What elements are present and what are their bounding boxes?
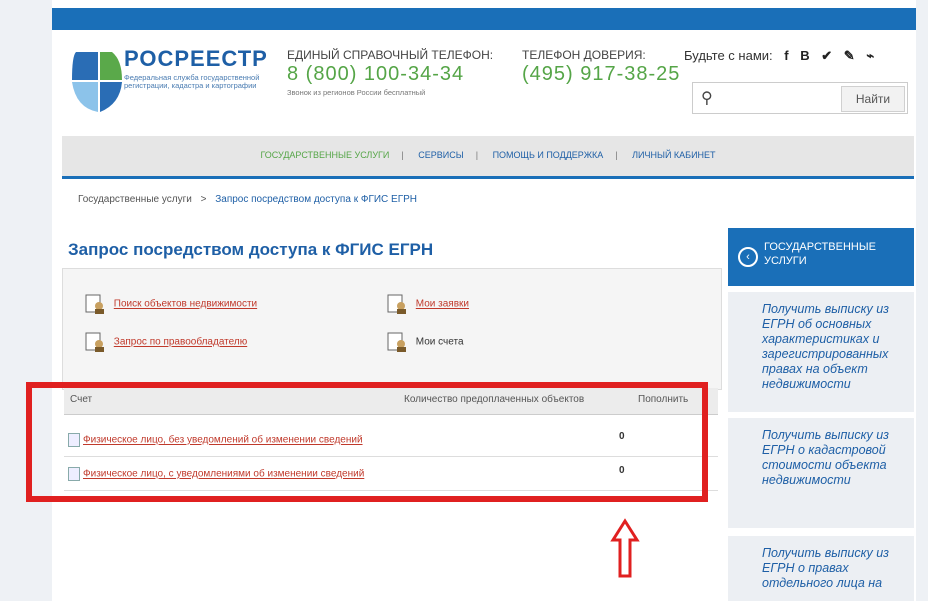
hotline-note: Звонок из регионов России бесплатный — [287, 88, 426, 97]
menu-item-services[interactable]: СЕРВИСЫ — [418, 150, 463, 160]
by-owner-link[interactable]: Запрос по правообладателю — [114, 337, 247, 348]
page: РОСРЕЕСТР Федеральная служба государстве… — [52, 0, 916, 601]
breadcrumb-root[interactable]: Государственные услуги — [78, 194, 192, 205]
arrow-up-icon — [610, 518, 640, 578]
main-menu: ГОСУДАРСТВЕННЫЕ УСЛУГИ | СЕРВИСЫ | ПОМОЩЬ … — [62, 136, 914, 179]
document-person-icon — [387, 332, 406, 352]
sidebar-item[interactable]: Получить выписку из ЕГРН о правах отдель… — [728, 536, 914, 601]
my-requests-link[interactable]: Мои заявки — [416, 299, 469, 310]
search-objects-item[interactable]: Поиск объектов недвижимости — [83, 293, 257, 315]
brand: РОСРЕЕСТР Федеральная служба государстве… — [124, 46, 274, 90]
my-accounts-label[interactable]: Мои счета — [416, 337, 464, 348]
sidebar-item-label[interactable]: Получить выписку из ЕГРН о кадастровой с… — [762, 428, 906, 488]
sidebar-heading: ГОСУДАРСТВЕННЫЕ УСЛУГИ — [764, 241, 876, 267]
search-objects-link[interactable]: Поиск объектов недвижимости — [114, 299, 257, 310]
sidebar-item-label[interactable]: Получить выписку из ЕГРН об основных хар… — [762, 302, 906, 392]
by-owner-item[interactable]: Запрос по правообладателю — [83, 331, 247, 353]
document-person-icon — [387, 294, 406, 314]
facebook-icon[interactable]: f — [784, 48, 788, 63]
social-label: Будьте с нами: — [684, 48, 773, 63]
chevron-left-icon: ‹ — [738, 247, 758, 267]
highlight-frame — [26, 382, 708, 502]
document-person-icon — [85, 332, 104, 352]
my-accounts-item[interactable]: Мои счета — [385, 331, 464, 353]
livejournal-icon[interactable]: ✎ — [844, 48, 855, 64]
sidebar-item-label[interactable]: Получить выписку из ЕГРН о правах отдель… — [762, 546, 906, 591]
sidebar-item[interactable]: Получить выписку из ЕГРН об основных хар… — [728, 292, 914, 412]
hotline-label: ЕДИНЫЙ СПРАВОЧНЫЙ ТЕЛЕФОН: — [287, 48, 494, 62]
links-panel: Поиск объектов недвижимости Мои заявки З… — [62, 268, 722, 390]
menu-item-help[interactable]: ПОМОЩЬ И ПОДДЕРЖКА — [493, 150, 604, 160]
rss-icon[interactable]: ⌁ — [866, 48, 874, 64]
sidebar-gov-services-header[interactable]: ‹ ГОСУДАРСТВЕННЫЕ УСЛУГИ — [728, 228, 914, 286]
trust-line-block: ТЕЛЕФОН ДОВЕРИЯ: (495) 917-38-25 — [522, 48, 680, 86]
page-title: Запрос посредством доступа к ФГИС ЕГРН — [68, 240, 434, 259]
hotline-block: ЕДИНЫЙ СПРАВОЧНЫЙ ТЕЛЕФОН: 8 (800) 100-3… — [287, 48, 493, 97]
search-icon: ⚲ — [701, 90, 713, 107]
breadcrumb: Государственные услуги > Запрос посредст… — [78, 194, 417, 205]
my-requests-item[interactable]: Мои заявки — [385, 293, 469, 315]
social-links: Будьте с нами: f B ✔ ✎ ⌁ — [684, 48, 874, 64]
twitter-icon[interactable]: ✔ — [821, 48, 832, 64]
breadcrumb-separator: > — [200, 194, 207, 205]
search-button[interactable]: Найти — [841, 86, 905, 112]
document-person-icon — [85, 294, 104, 314]
menu-item-cabinet[interactable]: ЛИЧНЫЙ КАБИНЕТ — [632, 150, 715, 160]
brand-subtitle: Федеральная служба государственной регис… — [124, 73, 260, 90]
sidebar-item[interactable]: Получить выписку из ЕГРН о кадастровой с… — [728, 418, 914, 528]
menu-item-gov-services[interactable]: ГОСУДАРСТВЕННЫЕ УСЛУГИ — [260, 150, 389, 160]
trust-line-label: ТЕЛЕФОН ДОВЕРИЯ: — [522, 48, 646, 62]
hotline-number[interactable]: 8 (800) 100-34-34 — [287, 63, 493, 86]
trust-line-number[interactable]: (495) 917-38-25 — [522, 63, 680, 86]
top-bar — [52, 8, 916, 30]
brand-title[interactable]: РОСРЕЕСТР — [124, 46, 274, 72]
search-box[interactable]: ⚲ Найти — [692, 82, 908, 114]
vk-icon[interactable]: B — [800, 48, 809, 63]
breadcrumb-current[interactable]: Запрос посредством доступа к ФГИС ЕГРН — [215, 194, 417, 205]
